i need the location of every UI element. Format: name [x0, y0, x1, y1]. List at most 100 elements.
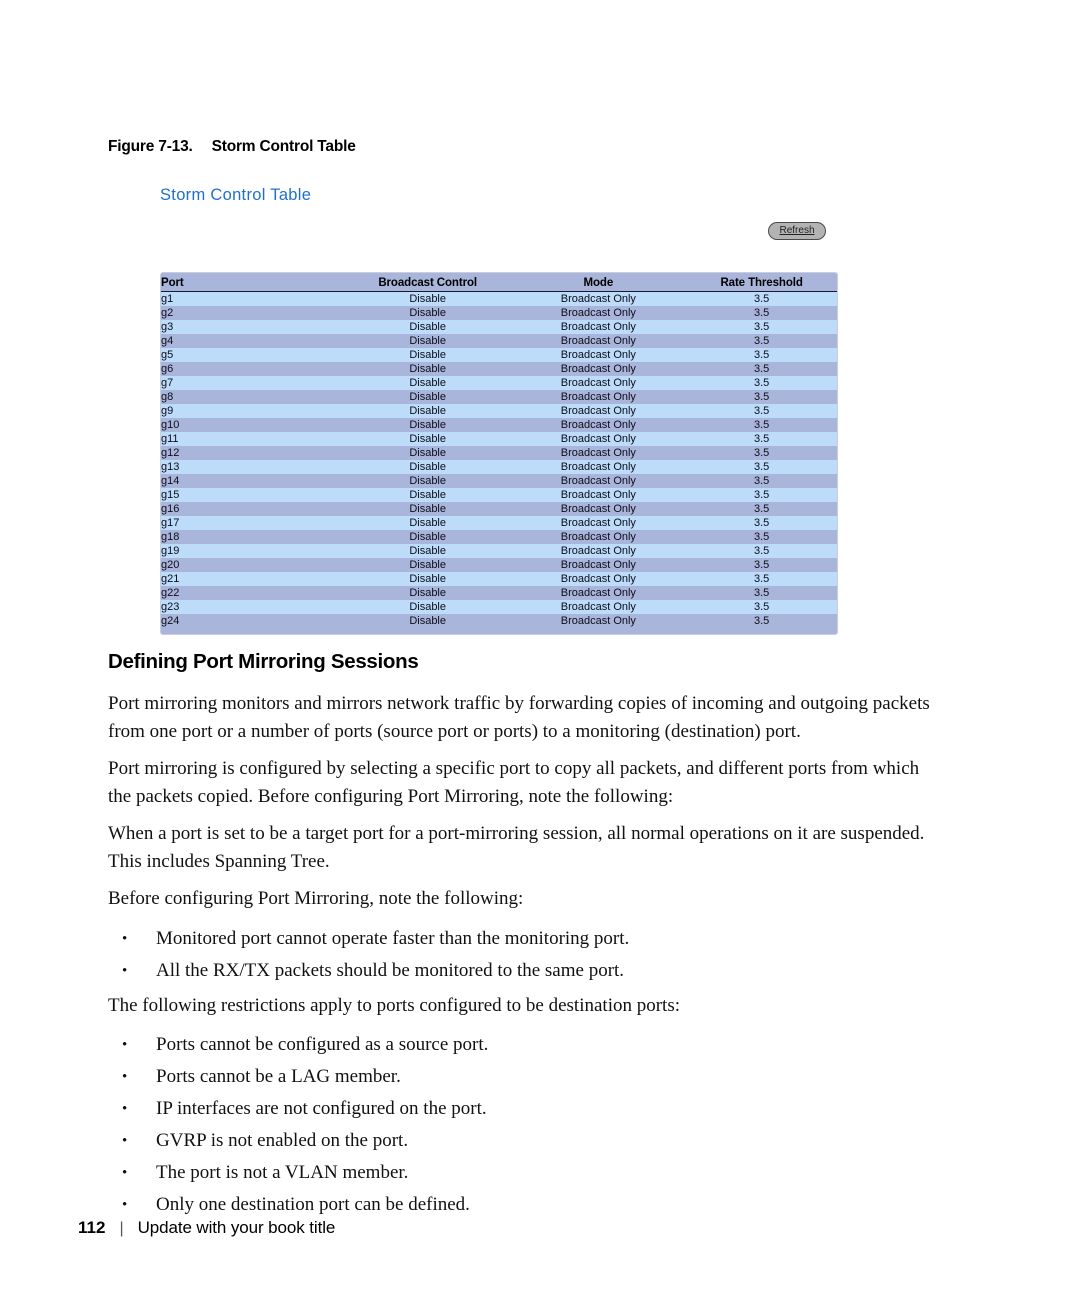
cell-rate-threshold: 3.5 [686, 390, 837, 404]
cell-mode: Broadcast Only [510, 432, 687, 446]
cell-rate-threshold: 3.5 [686, 586, 837, 600]
cell-mode: Broadcast Only [510, 502, 687, 516]
cell-broadcast-control: Disable [344, 418, 511, 432]
paragraph-configuration: Port mirroring is configured by selectin… [108, 758, 920, 807]
cell-broadcast-control: Disable [344, 558, 511, 572]
cell-port: g10 [161, 418, 345, 432]
cell-mode: Broadcast Only [510, 404, 687, 418]
cell-broadcast-control: Disable [344, 362, 511, 376]
table-row[interactable]: g1 Disable Broadcast Only 3.5 [161, 291, 837, 306]
cell-rate-threshold: 3.5 [686, 348, 837, 362]
cell-mode: Broadcast Only [510, 320, 687, 334]
cell-mode: Broadcast Only [510, 516, 687, 530]
cell-mode: Broadcast Only [510, 460, 687, 474]
list-item: GVRP is not enabled on the port. [108, 1125, 946, 1157]
table-row[interactable]: g20 Disable Broadcast Only 3.5 [161, 558, 837, 572]
cell-mode: Broadcast Only [510, 291, 687, 306]
paragraph-before-config: Before configuring Port Mirroring, note … [108, 888, 524, 909]
table-row[interactable]: g13 Disable Broadcast Only 3.5 [161, 460, 837, 474]
cell-mode: Broadcast Only [510, 614, 687, 628]
column-header-port[interactable]: Port [161, 275, 345, 292]
list-item: Monitored port cannot operate faster tha… [108, 923, 946, 955]
cell-mode: Broadcast Only [510, 334, 687, 348]
table-row[interactable]: g18 Disable Broadcast Only 3.5 [161, 530, 837, 544]
cell-port: g11 [161, 432, 345, 446]
table-row[interactable]: g4 Disable Broadcast Only 3.5 [161, 334, 837, 348]
table-row[interactable]: g11 Disable Broadcast Only 3.5 [161, 432, 837, 446]
paragraph-intro: Port mirroring monitors and mirrors netw… [108, 693, 930, 742]
cell-mode: Broadcast Only [510, 376, 687, 390]
column-header-rate-threshold[interactable]: Rate Threshold [686, 275, 837, 292]
document-page: Figure 7-13. Storm Control Table Storm Co… [0, 0, 1080, 1296]
refresh-button-label: Refresh [779, 225, 815, 236]
page-footer: 112 | Update with your book title [78, 1218, 335, 1238]
table-row[interactable]: g22 Disable Broadcast Only 3.5 [161, 586, 837, 600]
cell-broadcast-control: Disable [344, 320, 511, 334]
cell-rate-threshold: 3.5 [686, 376, 837, 390]
storm-control-table: Port Broadcast Control Mode Rate Thresho… [161, 275, 837, 628]
figure-caption-text: Storm Control Table [211, 138, 356, 155]
cell-mode: Broadcast Only [510, 530, 687, 544]
cell-broadcast-control: Disable [344, 334, 511, 348]
table-row[interactable]: g8 Disable Broadcast Only 3.5 [161, 390, 837, 404]
cell-rate-threshold: 3.5 [686, 334, 837, 348]
cell-port: g12 [161, 446, 345, 460]
table-row[interactable]: g24 Disable Broadcast Only 3.5 [161, 614, 837, 628]
cell-broadcast-control: Disable [344, 614, 511, 628]
table-row[interactable]: g5 Disable Broadcast Only 3.5 [161, 348, 837, 362]
cell-mode: Broadcast Only [510, 558, 687, 572]
table-row[interactable]: g19 Disable Broadcast Only 3.5 [161, 544, 837, 558]
table-row[interactable]: g17 Disable Broadcast Only 3.5 [161, 516, 837, 530]
list-item: The port is not a VLAN member. [108, 1157, 946, 1189]
cell-port: g22 [161, 586, 345, 600]
cell-broadcast-control: Disable [344, 446, 511, 460]
table-row[interactable]: g9 Disable Broadcast Only 3.5 [161, 404, 837, 418]
cell-port: g23 [161, 600, 345, 614]
list-item: Only one destination port can be defined… [108, 1189, 946, 1221]
list-item: IP interfaces are not configured on the … [108, 1093, 946, 1125]
cell-rate-threshold: 3.5 [686, 474, 837, 488]
cell-rate-threshold: 3.5 [686, 530, 837, 544]
list-item: Ports cannot be configured as a source p… [108, 1029, 946, 1061]
cell-port: g24 [161, 614, 345, 628]
table-row[interactable]: g3 Disable Broadcast Only 3.5 [161, 320, 837, 334]
cell-port: g8 [161, 390, 345, 404]
cell-port: g17 [161, 516, 345, 530]
column-header-broadcast-control[interactable]: Broadcast Control [344, 275, 511, 292]
cell-broadcast-control: Disable [344, 488, 511, 502]
table-row[interactable]: g16 Disable Broadcast Only 3.5 [161, 502, 837, 516]
cell-rate-threshold: 3.5 [686, 432, 837, 446]
refresh-button[interactable]: Refresh [768, 222, 826, 240]
table-body: g1 Disable Broadcast Only 3.5 g2 Disable Broad… [161, 291, 837, 628]
page-title: Defining Port Mirroring Sessions [108, 650, 419, 673]
table-row[interactable]: g10 Disable Broadcast Only 3.5 [161, 418, 837, 432]
cell-broadcast-control: Disable [344, 404, 511, 418]
cell-rate-threshold: 3.5 [686, 306, 837, 320]
table-row[interactable]: g12 Disable Broadcast Only 3.5 [161, 446, 837, 460]
cell-broadcast-control: Disable [344, 460, 511, 474]
cell-broadcast-control: Disable [344, 572, 511, 586]
cell-broadcast-control: Disable [344, 502, 511, 516]
list-item: Ports cannot be a LAG member. [108, 1061, 946, 1093]
table-row[interactable]: g21 Disable Broadcast Only 3.5 [161, 572, 837, 586]
table-row[interactable]: g14 Disable Broadcast Only 3.5 [161, 474, 837, 488]
cell-broadcast-control: Disable [344, 306, 511, 320]
table-row[interactable]: g7 Disable Broadcast Only 3.5 [161, 376, 837, 390]
table-row[interactable]: g15 Disable Broadcast Only 3.5 [161, 488, 837, 502]
cell-broadcast-control: Disable [344, 474, 511, 488]
cell-rate-threshold: 3.5 [686, 544, 837, 558]
footer-book-title: Update with your book title [137, 1218, 336, 1237]
cell-mode: Broadcast Only [510, 600, 687, 614]
table-row[interactable]: g6 Disable Broadcast Only 3.5 [161, 362, 837, 376]
table-row[interactable]: g2 Disable Broadcast Only 3.5 [161, 306, 837, 320]
column-header-mode[interactable]: Mode [510, 275, 687, 292]
table-row[interactable]: g23 Disable Broadcast Only 3.5 [161, 600, 837, 614]
cell-broadcast-control: Disable [344, 586, 511, 600]
figure-number: Figure 7-13. [108, 138, 193, 155]
cell-mode: Broadcast Only [510, 418, 687, 432]
cell-mode: Broadcast Only [510, 362, 687, 376]
cell-rate-threshold: 3.5 [686, 362, 837, 376]
storm-control-table-panel: Port Broadcast Control Mode Rate Thresho… [160, 272, 838, 635]
paragraph-restrictions-intro: The following restrictions apply to port… [108, 994, 681, 1016]
table-header: Port Broadcast Control Mode Rate Thresho… [161, 275, 837, 292]
